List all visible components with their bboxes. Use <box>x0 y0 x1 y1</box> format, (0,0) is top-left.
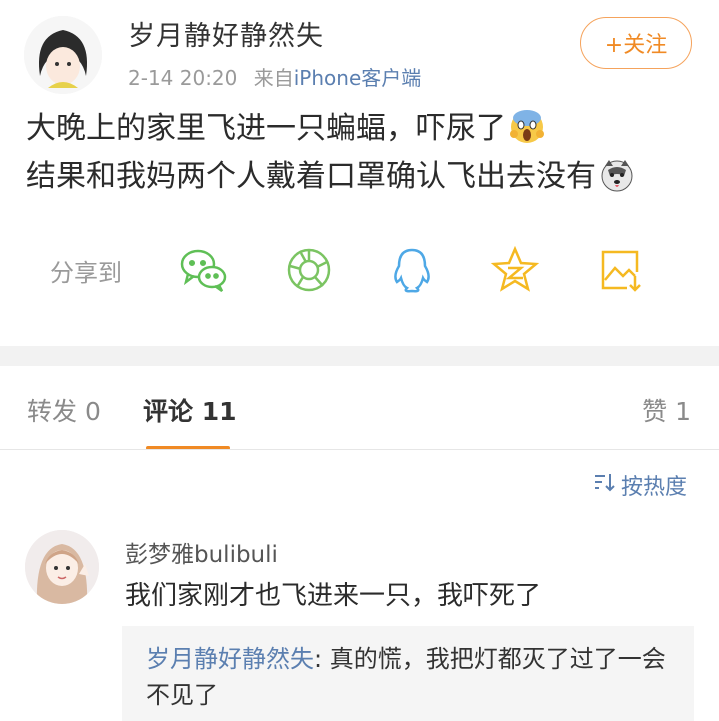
scream-emoji-icon <box>510 110 544 156</box>
post-meta: 2-14 20:20 来自iPhone客户端 <box>128 62 421 91</box>
moments-icon[interactable] <box>285 246 335 294</box>
post-line-2: 结果和我妈两个人戴着口罩确认飞出去没有 <box>26 159 596 194</box>
reply-content: 岁月静好静然失: 真的慌，我把灯都灭了过了一会不见了 <box>146 641 686 713</box>
author-avatar[interactable] <box>24 16 102 94</box>
tab-repost[interactable]: 转发 0 <box>27 392 101 428</box>
commenter-name[interactable]: 彭梦雅bulibuli <box>125 535 278 569</box>
sort-button[interactable]: 按热度 <box>593 469 687 501</box>
comment-text: 我们家刚才也飞进来一只，我吓死了 <box>125 581 542 611</box>
sort-label: 按热度 <box>621 475 688 500</box>
sort-icon <box>593 472 615 498</box>
tab-comments[interactable]: 评论 11 <box>143 392 237 428</box>
post-source[interactable]: iPhone客户端 <box>294 66 422 90</box>
reply-author[interactable]: 岁月静好静然失 <box>146 645 314 673</box>
post-line-1: 大晚上的家里飞进一只蝙蝠，吓尿了 <box>26 111 506 146</box>
qq-icon[interactable] <box>387 246 437 294</box>
section-separator <box>0 346 719 366</box>
post-date: 2-14 20:20 <box>128 66 238 90</box>
wechat-icon[interactable] <box>179 246 229 294</box>
tab-likes[interactable]: 赞 1 <box>642 392 691 428</box>
post-content: 大晚上的家里飞进一只蝙蝠，吓尿了 结果和我妈两个人戴着口罩确认飞出去没有 <box>26 108 706 204</box>
source-prefix: 来自 <box>253 66 294 90</box>
author-name[interactable]: 岁月静好静然失 <box>128 14 324 53</box>
follow-button[interactable]: +关注 <box>580 17 692 69</box>
commenter-avatar[interactable] <box>25 530 99 604</box>
share-label: 分享到 <box>50 259 122 287</box>
husky-emoji-icon <box>600 158 634 204</box>
save-image-icon[interactable] <box>597 246 647 294</box>
tab-divider <box>0 449 719 450</box>
qzone-icon[interactable] <box>490 245 540 294</box>
